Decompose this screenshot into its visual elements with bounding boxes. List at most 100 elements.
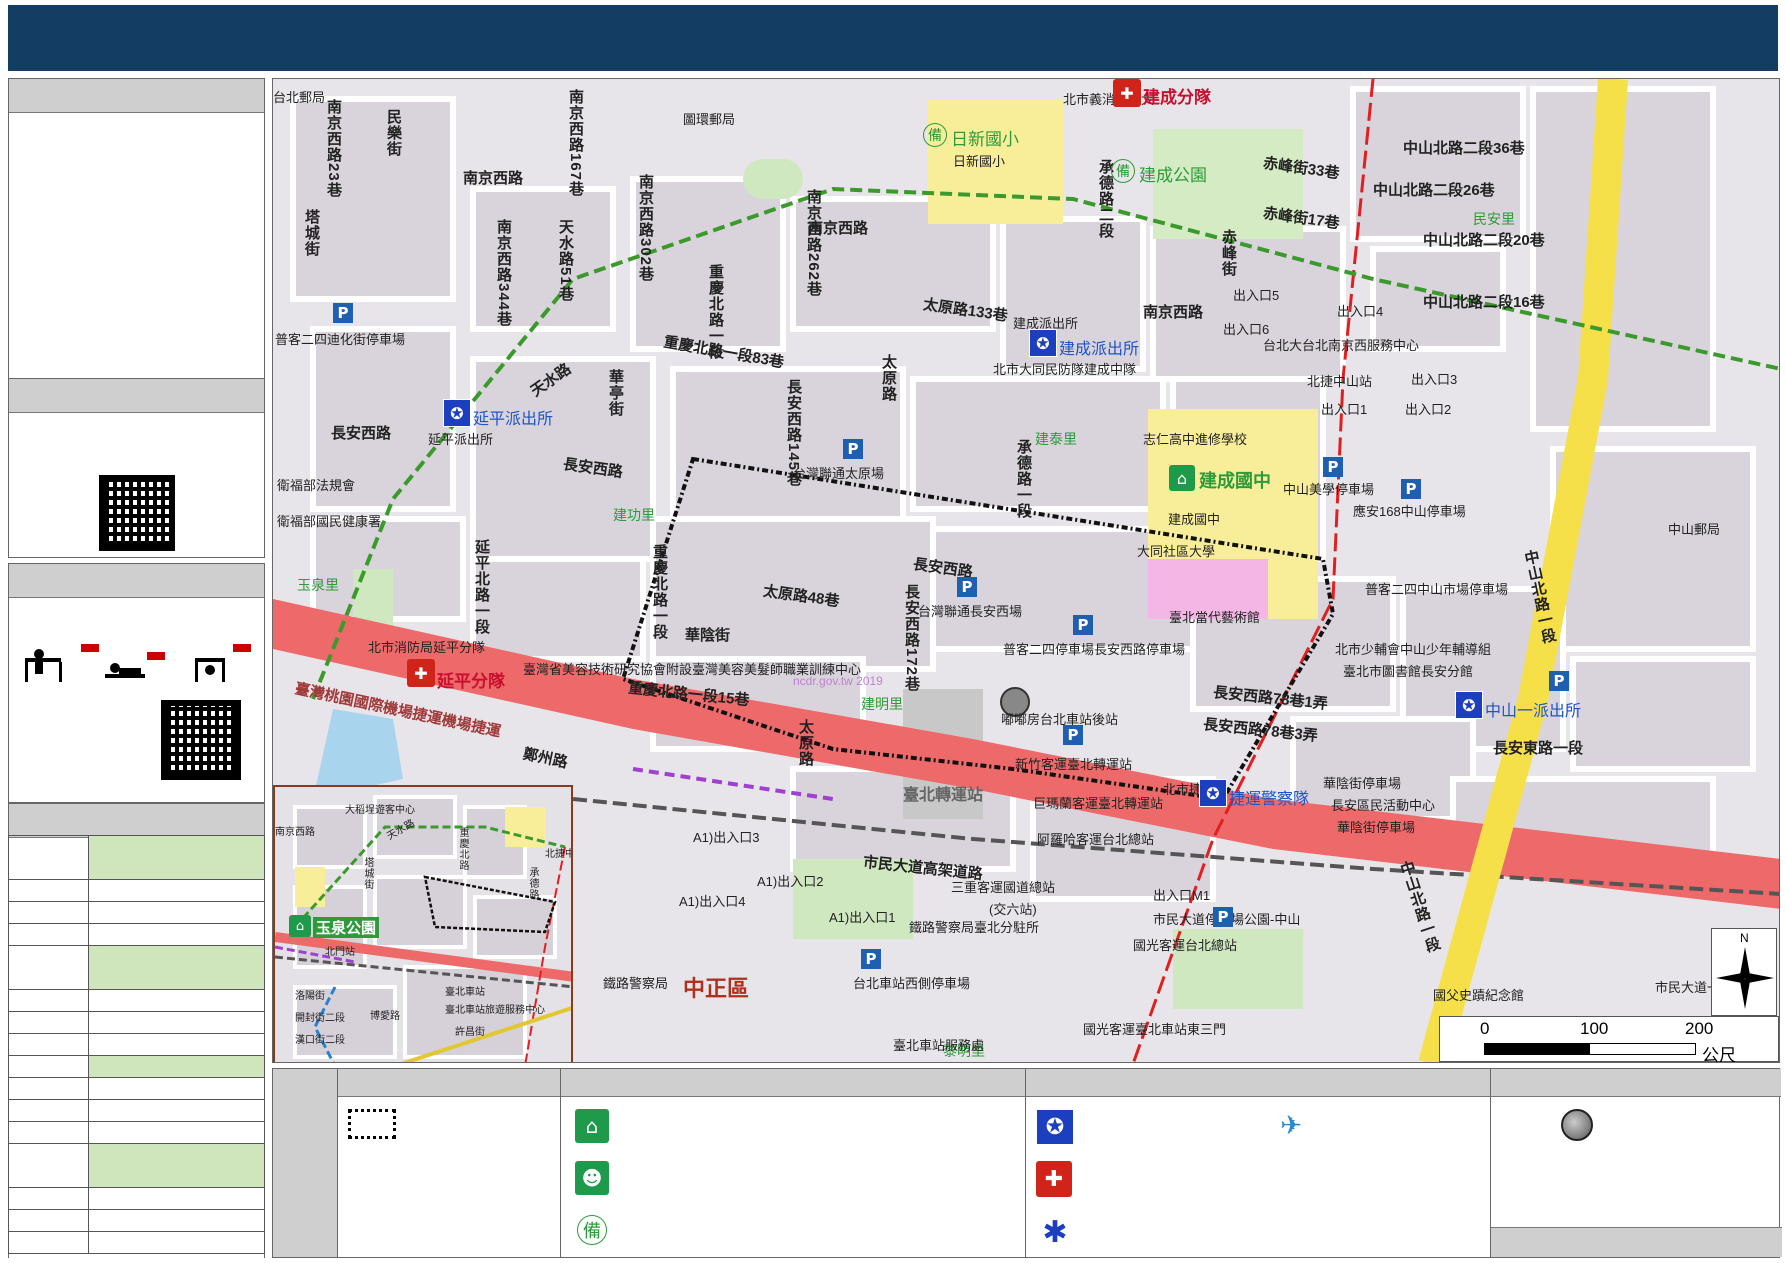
fire-station-icon[interactable]: ✚ <box>1113 79 1141 107</box>
poi-label: 北市消防局延平分隊 <box>368 640 486 655</box>
inset-road-label: 臺北車站 <box>445 987 485 998</box>
legend-col-shelter: ⌂ ☻ 備 <box>560 1069 1025 1257</box>
inset-road-label: 漢口街二段 <box>295 1035 345 1046</box>
inset-road-label: 南京西路 <box>275 827 315 838</box>
legend-col-boundary <box>337 1069 560 1257</box>
parking-icon[interactable]: P <box>1073 615 1093 635</box>
facility-label: 延平分隊 <box>437 672 505 691</box>
poi-label: A1)出入口3 <box>693 830 760 845</box>
road-label: 延平北路一段 <box>473 539 490 635</box>
road-label: 中山北路二段20巷 <box>1423 232 1545 249</box>
poi-label: (交六站) <box>989 902 1037 917</box>
inset-road-label: 承德路 <box>527 867 538 900</box>
shelter-icon[interactable]: ⌂ <box>289 915 311 937</box>
poi-label: 臺北車站服務處 <box>893 1038 985 1053</box>
parking-icon[interactable]: P <box>843 439 863 459</box>
poi-label: 出入口4 <box>1337 304 1384 319</box>
road-label: 天水路51巷 <box>557 219 574 302</box>
drill-panel-header <box>9 564 264 598</box>
main-map[interactable]: 南京西路23巷 民樂街 塔城街 南京西路 南京西路167巷 天水路51巷 南京西… <box>272 78 1780 1063</box>
parking-icon[interactable]: P <box>1401 479 1421 499</box>
road-label: 長安西路 <box>331 425 392 442</box>
road-label: 南京西路 <box>463 170 524 187</box>
poi-label: 建成國中 <box>1168 512 1221 527</box>
outdoor-shelter-icon: ☻ <box>575 1161 609 1195</box>
parking-icon[interactable]: P <box>1549 671 1569 691</box>
helicopter-icon: ✈ <box>1280 1111 1302 1141</box>
poi-label: 國光客運臺北車站東三門 <box>1083 1022 1227 1037</box>
poi-label: 臺北轉運站 <box>903 787 984 804</box>
poi-label: 臺北當代藝術館 <box>1169 610 1261 625</box>
compass-rose-icon <box>1716 947 1774 1009</box>
qr-code-drill[interactable] <box>161 700 241 780</box>
ambulance-star-icon: ✱ <box>1042 1214 1068 1250</box>
inset-road-label: 重慶北路 <box>457 827 468 871</box>
parking-icon[interactable]: P <box>861 949 881 969</box>
scale-tick-200: 200 <box>1685 1019 1714 1038</box>
police-station-icon[interactable]: ✪ <box>443 399 471 427</box>
facility-label: 建成派出所 <box>1059 341 1140 358</box>
transit-hub-icon <box>1561 1109 1593 1141</box>
road-label: 華陰街 <box>685 627 731 644</box>
legend-col-emergency: ✪ ✚ ✱ ✈ <box>1025 1069 1490 1257</box>
police-station-icon[interactable]: ✪ <box>1199 779 1227 807</box>
road-label: 中山北路二段26巷 <box>1373 182 1495 199</box>
poi-label: 大同社區大學 <box>1137 544 1216 559</box>
district-label: 中正區 <box>683 976 750 1001</box>
scale-unit: 公尺 <box>1702 1046 1736 1063</box>
parking-icon[interactable]: P <box>1063 725 1083 745</box>
standby-shelter-icon[interactable]: 備 <box>923 123 947 147</box>
poi-label: 華陰街停車場 <box>1337 820 1416 835</box>
road-label: 承德路一段 <box>1015 439 1032 519</box>
poi-label: 圖環郵局 <box>683 112 736 127</box>
police-station-icon: ✪ <box>1036 1109 1074 1145</box>
poi-label: 普客二四停車場長安西路停車場 <box>1003 642 1186 657</box>
parking-icon[interactable]: P <box>957 577 977 597</box>
poi-label: 鐵路警察局 <box>603 976 669 991</box>
road-label: 南京西路 <box>808 220 869 237</box>
area-label: 玉泉里 <box>297 577 339 593</box>
fire-station-icon[interactable]: ✚ <box>407 659 435 687</box>
police-station-icon[interactable]: ✪ <box>1029 329 1057 357</box>
poi-label: 三重客運國道總站 <box>951 880 1056 895</box>
boundary-legend-icon <box>348 1109 396 1139</box>
legend-side-header <box>273 1069 337 1257</box>
inset-map[interactable]: ⌂ 玉泉公園 大稻埕遊客中心 南京西路 天水路 塔城街 重慶北路 承德路 北捷中… <box>273 785 573 1062</box>
inset-park-label: 玉泉公園 <box>313 917 380 938</box>
poi-label: 阿羅哈客運台北總站 <box>1037 832 1155 847</box>
parking-icon[interactable]: P <box>1323 457 1343 477</box>
area-label: 民安里 <box>1473 211 1515 227</box>
scale-bar-track <box>1484 1043 1696 1055</box>
inset-road-label: 北捷中山 <box>545 849 571 860</box>
shelter-icon[interactable]: ⌂ <box>1169 465 1195 491</box>
facility-label: 中山一派出所 <box>1485 703 1582 720</box>
poi-label: 北市大同民防隊建成中隊 <box>993 362 1137 377</box>
poi-label: 日新國小 <box>953 154 1006 169</box>
parking-icon[interactable]: P <box>333 303 353 323</box>
inset-road-label: 許昌街 <box>455 1027 485 1038</box>
road-label: 中山北路二段36巷 <box>1403 140 1525 157</box>
scale-tick-100: 100 <box>1580 1019 1609 1038</box>
road-label: 中山北路二段16巷 <box>1423 294 1545 311</box>
road-label: 塔城街 <box>303 209 320 257</box>
qr-code[interactable] <box>99 475 175 551</box>
poi-label: 出入口1 <box>1321 402 1368 417</box>
facility-label: 延平派出所 <box>473 411 554 428</box>
road-label: 民樂街 <box>385 109 402 157</box>
road-label: 重慶北路一段 <box>651 544 668 640</box>
police-station-icon[interactable]: ✪ <box>1455 691 1483 719</box>
standby-shelter-icon[interactable]: 備 <box>1111 159 1135 183</box>
poi-label: 長安區民活動中心 <box>1331 798 1436 813</box>
qr-panel <box>8 378 265 558</box>
poi-label: 台北大台北南京西服務中心 <box>1263 338 1420 353</box>
poi-label: 國光客運台北總站 <box>1133 938 1238 953</box>
inset-road-label: 臺北車站旅遊服務中心 <box>445 1005 545 1016</box>
poi-label: A1)出入口2 <box>757 874 824 889</box>
info-panel-header <box>9 79 264 113</box>
road-label: 赤峰街 <box>1220 229 1237 277</box>
inset-road-label: 北門站 <box>325 947 355 958</box>
poi-label: 中山郵局 <box>1668 522 1721 537</box>
poi-label: 應安168中山停車場 <box>1353 504 1466 519</box>
parking-icon[interactable]: P <box>1213 907 1233 927</box>
road-label: 華亭街 <box>607 369 624 417</box>
